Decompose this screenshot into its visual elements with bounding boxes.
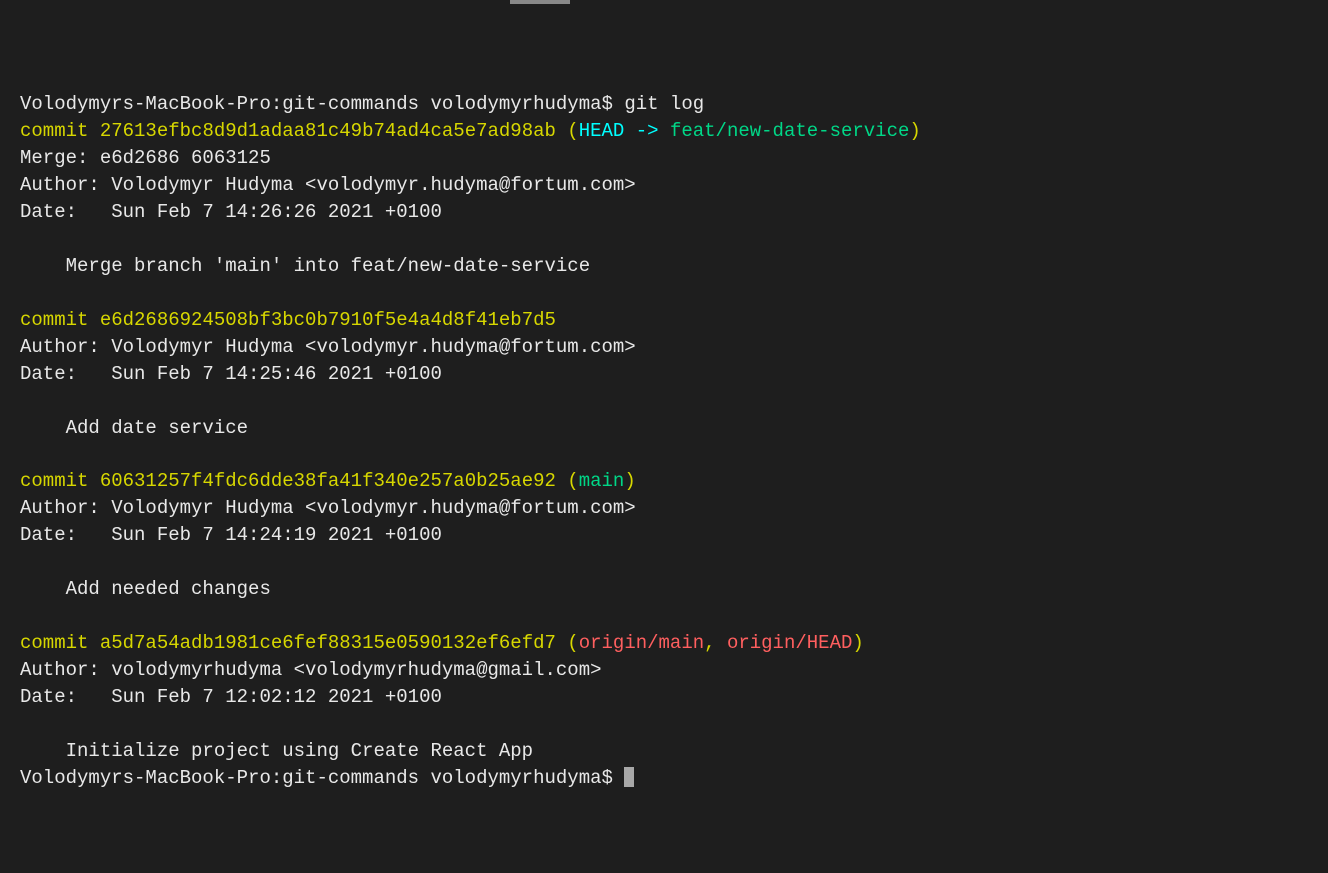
commit-message: Add date service xyxy=(20,417,248,439)
commit-message: Initialize project using Create React Ap… xyxy=(20,740,533,762)
refs-close: ) xyxy=(624,470,635,492)
refs-open: ( xyxy=(556,120,579,142)
shell-prompt: Volodymyrs-MacBook-Pro:git-commands volo… xyxy=(20,767,624,789)
head-ref: HEAD -> xyxy=(579,120,670,142)
remote-ref: origin/HEAD xyxy=(727,632,852,654)
date-line: Date: Sun Feb 7 14:25:46 2021 +0100 xyxy=(20,363,442,385)
author-line: Author: Volodymyr Hudyma <volodymyr.hudy… xyxy=(20,497,636,519)
commit-hash: e6d2686924508bf3bc0b7910f5e4a4d8f41eb7d5 xyxy=(100,309,556,331)
date-line: Date: Sun Feb 7 12:02:12 2021 +0100 xyxy=(20,686,442,708)
branch-ref: feat/new-date-service xyxy=(670,120,909,142)
commit-hash: 60631257f4fdc6dde38fa41f340e257a0b25ae92 xyxy=(100,470,556,492)
refs-sep: , xyxy=(704,632,727,654)
commit-line: commit e6d2686924508bf3bc0b7910f5e4a4d8f… xyxy=(20,309,556,331)
refs-open: ( xyxy=(556,470,579,492)
shell-prompt: Volodymyrs-MacBook-Pro:git-commands volo… xyxy=(20,93,624,115)
date-line: Date: Sun Feb 7 14:26:26 2021 +0100 xyxy=(20,201,442,223)
author-line: Author: volodymyrhudyma <volodymyrhudyma… xyxy=(20,659,602,681)
remote-ref: origin/main xyxy=(579,632,704,654)
terminal-output[interactable]: Volodymyrs-MacBook-Pro:git-commands volo… xyxy=(20,91,1328,792)
tab-indicator xyxy=(510,0,570,4)
merge-line: Merge: e6d2686 6063125 xyxy=(20,147,271,169)
refs-open: ( xyxy=(556,632,579,654)
author-line: Author: Volodymyr Hudyma <volodymyr.hudy… xyxy=(20,336,636,358)
commit-hash: a5d7a54adb1981ce6fef88315e0590132ef6efd7 xyxy=(100,632,556,654)
commit-line: commit 60631257f4fdc6dde38fa41f340e257a0… xyxy=(20,470,636,492)
commit-line: commit a5d7a54adb1981ce6fef88315e0590132… xyxy=(20,632,864,654)
commit-message: Merge branch 'main' into feat/new-date-s… xyxy=(20,255,590,277)
author-line: Author: Volodymyr Hudyma <volodymyr.hudy… xyxy=(20,174,636,196)
command-text: git log xyxy=(624,93,704,115)
cursor xyxy=(624,767,634,787)
commit-message: Add needed changes xyxy=(20,578,271,600)
commit-hash: 27613efbc8d9d1adaa81c49b74ad4ca5e7ad98ab xyxy=(100,120,556,142)
refs-close: ) xyxy=(852,632,863,654)
refs-close: ) xyxy=(909,120,920,142)
branch-ref: main xyxy=(579,470,625,492)
commit-line: commit 27613efbc8d9d1adaa81c49b74ad4ca5e… xyxy=(20,120,921,142)
date-line: Date: Sun Feb 7 14:24:19 2021 +0100 xyxy=(20,524,442,546)
